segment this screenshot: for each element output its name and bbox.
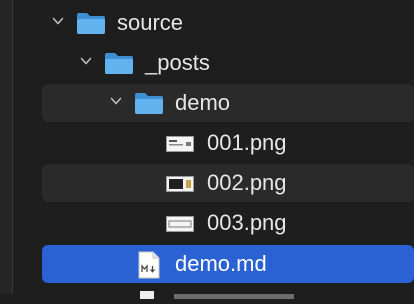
- tree-item-label: 003.png: [207, 210, 287, 235]
- tree-row-demo-md[interactable]: demo.md: [42, 245, 414, 283]
- folder-icon: [104, 51, 134, 80]
- image-file-icon: [166, 176, 194, 197]
- folder-icon: [134, 91, 164, 120]
- tree-row-demo-folder[interactable]: demo: [42, 84, 414, 122]
- chevron-down-icon[interactable]: [52, 15, 64, 27]
- chevron-down-icon[interactable]: [110, 95, 122, 107]
- tree-item-label: 001.png: [207, 130, 287, 155]
- image-file-icon: [166, 216, 194, 237]
- tree-row-002-png[interactable]: 002.png: [42, 164, 414, 202]
- tree-item-label: demo.md: [175, 251, 267, 276]
- tree-row-001-png[interactable]: 001.png: [42, 124, 414, 162]
- image-file-icon: [166, 136, 194, 157]
- markdown-file-icon: [138, 251, 160, 284]
- folder-icon: [76, 11, 106, 40]
- next-row-peek: [134, 286, 354, 299]
- tree-item-label: source: [117, 10, 184, 35]
- chevron-down-icon[interactable]: [80, 55, 92, 67]
- tree-row-posts[interactable]: _posts: [42, 44, 414, 82]
- tree-item-label: _posts: [145, 50, 210, 75]
- tree-item-label: demo: [175, 90, 231, 115]
- file-tree: source _posts demo 001.png 002.png 003.p…: [0, 0, 414, 299]
- tree-row-source[interactable]: source: [42, 4, 414, 42]
- tree-item-label: 002.png: [207, 170, 287, 195]
- tree-row-003-png[interactable]: 003.png: [42, 204, 414, 242]
